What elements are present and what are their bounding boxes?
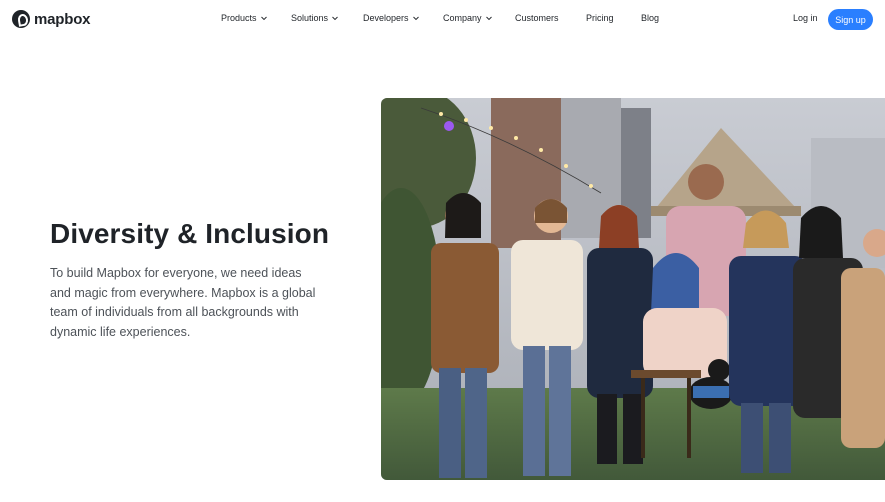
group-photo-icon [381,98,885,480]
nav-item-label: Developers [363,13,409,23]
chevron-down-icon [260,14,268,22]
nav-item-label: Blog [641,13,660,23]
nav-item-developers[interactable]: Developers [363,13,420,23]
chevron-down-icon [485,14,493,22]
nav-item-label: Solutions [291,13,329,23]
team-photo [381,98,885,480]
mapbox-logo-icon [12,10,30,28]
mapbox-logo[interactable]: mapbox [12,10,91,28]
nav-item-company[interactable]: Company [443,13,493,23]
nav-item-solutions[interactable]: Solutions [291,13,339,23]
nav-item-customers[interactable]: Customers [515,13,559,23]
chevron-down-icon [331,14,339,22]
top-navigation: mapbox Products Solutions Developers Com… [0,0,885,38]
chevron-down-icon [412,14,420,22]
hero-description: To build Mapbox for everyone, we need id… [50,266,316,339]
brand-name: mapbox [34,10,91,28]
nav-item-label: Customers [515,13,559,23]
page-title: Diversity & Inclusion [50,218,330,249]
nav-item-label: Pricing [586,13,614,23]
login-link[interactable]: Log in [793,13,818,23]
nav-item-products[interactable]: Products [221,13,268,23]
nav-item-blog[interactable]: Blog [641,13,659,23]
signup-button[interactable]: Sign up [828,9,873,30]
nav-item-pricing[interactable]: Pricing [586,13,614,23]
nav-item-label: Products [221,13,257,23]
nav-item-label: Company [443,13,482,23]
